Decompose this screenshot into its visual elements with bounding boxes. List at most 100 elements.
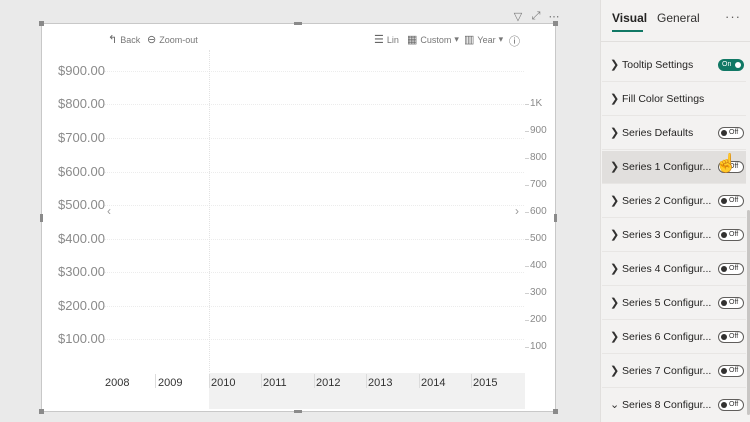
y-left-tick-label: $800.00 (58, 96, 105, 111)
section-label: Series 2 Configur... (622, 195, 712, 207)
y-left-tick-label: $300.00 (58, 264, 105, 279)
chevron-right-icon: ❯ (610, 263, 620, 275)
toggle-switch[interactable]: Off (718, 195, 744, 207)
report-canvas: ▽ ⤢ ⋯ ↰ Back ⊖ Zoom-out ☰ Lin ▦ Custom ▾… (0, 0, 600, 422)
y-right-tick-label: 1K (530, 98, 543, 109)
y-left-tick-label: $500.00 (58, 197, 105, 212)
resize-handle-bottom-right[interactable] (553, 409, 558, 414)
y-right-tick (525, 131, 529, 132)
toggle-state-label: Off (729, 299, 739, 306)
caret-down-icon: ▾ (454, 34, 459, 44)
y-right-tick (525, 104, 529, 105)
gridline (104, 71, 524, 72)
gridline (104, 205, 524, 206)
section-series-5-configuration[interactable]: ❯ Series 5 Configur... Off (602, 287, 746, 320)
section-label: Series 4 Configur... (622, 263, 712, 275)
x-axis-separator (366, 374, 367, 388)
chart-visual[interactable] (41, 23, 556, 412)
chevron-right-icon: ❯ (610, 331, 620, 343)
section-tooltip-settings[interactable]: ❯ Tooltip Settings On (602, 49, 746, 82)
y-right-tick (525, 266, 529, 267)
x-axis-separator (419, 374, 420, 388)
x-tick-label: 2008 (105, 377, 130, 389)
toggle-state-label: Off (729, 231, 739, 238)
gridline (104, 306, 524, 307)
list-icon: ☰ (374, 34, 384, 46)
tab-visual[interactable]: Visual (612, 11, 647, 25)
resize-handle-left[interactable] (40, 214, 43, 222)
info-icon: ⓘ (509, 36, 520, 48)
section-series-6-configuration[interactable]: ❯ Series 6 Configur... Off (602, 321, 746, 354)
section-fill-color-settings[interactable]: ❯ Fill Color Settings (602, 83, 746, 116)
toggle-state-label: Off (729, 367, 739, 374)
format-pane: Visual General ··· ❯ Tooltip Settings On… (600, 0, 750, 422)
y-right-tick (525, 293, 529, 294)
y-right-tick-label: 900 (530, 125, 547, 136)
custom-dropdown[interactable]: ▦ Custom ▾ (407, 33, 459, 46)
y-left-tick-label: $600.00 (58, 164, 105, 179)
y-right-tick-label: 800 (530, 152, 547, 163)
toggle-switch[interactable]: Off (718, 399, 744, 411)
toggle-state-label: Off (729, 197, 739, 204)
bar-chart-icon: ▥ (464, 34, 475, 46)
toggle-knob (735, 62, 741, 68)
resize-handle-bottom[interactable] (294, 410, 302, 413)
section-series-7-configuration[interactable]: ❯ Series 7 Configur... Off (602, 355, 746, 388)
section-label: Series Defaults (622, 127, 694, 139)
active-tab-indicator (612, 30, 643, 32)
toggle-switch[interactable]: Off (718, 263, 744, 275)
resize-handle-bottom-left[interactable] (39, 409, 44, 414)
toggle-switch[interactable]: Off (718, 127, 744, 139)
toggle-state-label: Off (729, 333, 739, 340)
scale-lin-button[interactable]: ☰ Lin (374, 33, 399, 46)
toggle-state-label: Off (729, 129, 739, 136)
x-tick-label: 2011 (263, 377, 287, 389)
info-button[interactable]: ⓘ (509, 33, 520, 49)
y-left-tick-label: $400.00 (58, 231, 105, 246)
toggle-switch[interactable]: On (718, 59, 744, 71)
tab-general[interactable]: General (657, 11, 700, 25)
section-series-2-configuration[interactable]: ❯ Series 2 Configur... Off (602, 185, 746, 218)
chevron-right-icon: ❯ (610, 297, 620, 309)
section-series-8-configuration[interactable]: ⌄ Series 8 Configur... Off (602, 389, 746, 422)
toggle-switch[interactable]: Off (718, 365, 744, 377)
section-label: Fill Color Settings (622, 93, 705, 105)
section-label: Series 1 Configur... (622, 161, 712, 173)
section-label: Series 5 Configur... (622, 297, 712, 309)
x-axis-separator (155, 374, 156, 388)
toggle-switch[interactable]: Off (718, 331, 744, 343)
pan-right-arrow-icon[interactable]: › (515, 204, 519, 218)
resize-handle-top[interactable] (294, 22, 302, 25)
section-series-4-configuration[interactable]: ❯ Series 4 Configur... Off (602, 253, 746, 286)
divider (601, 41, 750, 42)
toggle-switch[interactable]: Off (718, 229, 744, 241)
toggle-knob (721, 402, 727, 408)
y-right-tick (525, 239, 529, 240)
chevron-right-icon: ❯ (610, 127, 620, 139)
resize-handle-top-left[interactable] (39, 21, 44, 26)
chevron-right-icon: ❯ (610, 59, 620, 71)
focus-mode-icon[interactable]: ⤢ (530, 10, 542, 23)
year-dropdown[interactable]: ▥ Year ▾ (464, 33, 503, 46)
toggle-knob (721, 266, 727, 272)
section-series-defaults[interactable]: ❯ Series Defaults Off (602, 117, 746, 150)
more-options-icon[interactable]: ··· (725, 9, 741, 24)
y-right-tick (525, 185, 529, 186)
pan-left-arrow-icon[interactable]: ‹ (107, 204, 111, 218)
chevron-right-icon: ❯ (610, 93, 620, 105)
zoom-out-button[interactable]: ⊖ Zoom-out (147, 33, 198, 46)
toggle-state-label: Off (729, 265, 739, 272)
resize-handle-right[interactable] (554, 214, 557, 222)
back-button[interactable]: ↰ Back (108, 33, 140, 46)
more-options-icon[interactable]: ⋯ (548, 10, 560, 23)
y-right-tick-label: 100 (530, 341, 547, 352)
section-label: Tooltip Settings (622, 59, 694, 71)
filter-icon[interactable]: ▽ (512, 10, 524, 23)
section-series-3-configuration[interactable]: ❯ Series 3 Configur... Off (602, 219, 746, 252)
toggle-switch[interactable]: Off (718, 297, 744, 309)
hand-cursor-icon: ☝ (715, 153, 738, 173)
y-left-tick-label: $900.00 (58, 63, 105, 78)
y-right-tick (525, 212, 529, 213)
section-label: Series 6 Configur... (622, 331, 712, 343)
x-tick-label: 2013 (368, 377, 393, 389)
